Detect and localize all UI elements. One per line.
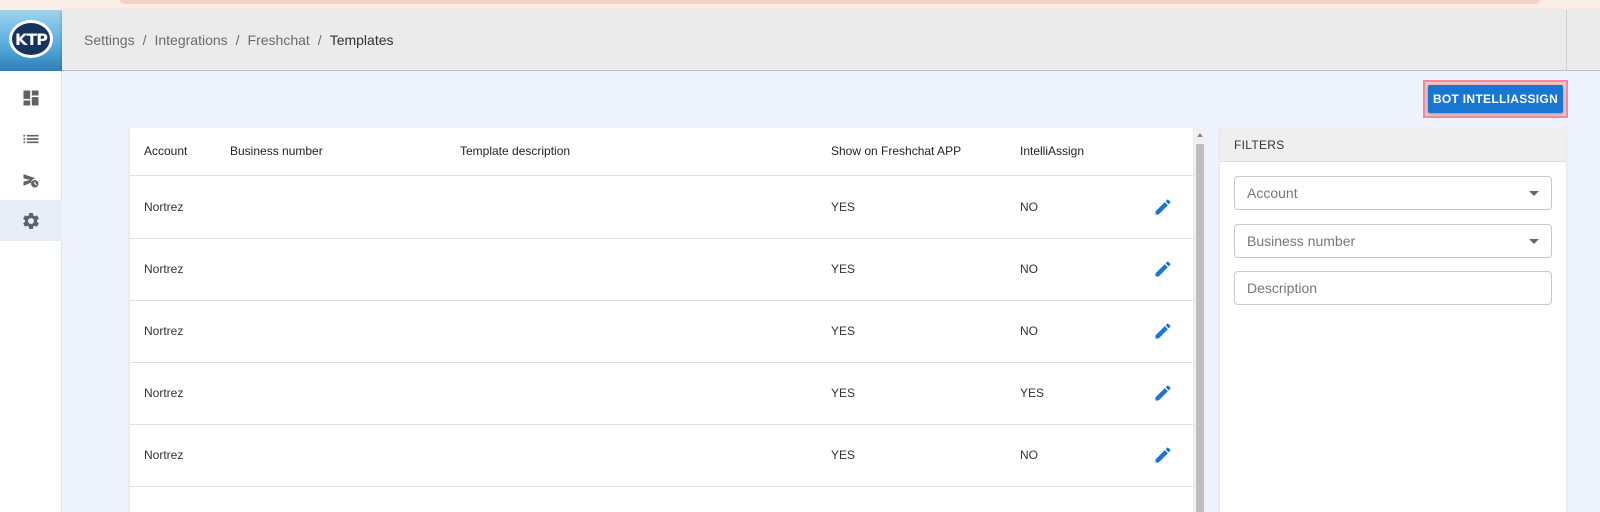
dropdown-arrow-icon	[1529, 191, 1539, 196]
logo-text: KTP	[9, 20, 53, 58]
cell-intelliassign: NO	[1020, 324, 1038, 338]
cell-intelliassign: YES	[1020, 386, 1045, 400]
description-input-placeholder: Description	[1247, 280, 1318, 296]
table-row[interactable]: Nortrez YES NO	[130, 425, 1193, 487]
cell-show-on-app: YES	[831, 448, 856, 462]
cell-show-on-app: YES	[831, 386, 856, 400]
business-number-select-placeholder: Business number	[1247, 233, 1356, 249]
nav-scheduled[interactable]	[0, 159, 62, 200]
table-header: Account Business number Template descrip…	[130, 128, 1193, 176]
filters-title: FILTERS	[1220, 128, 1566, 162]
cell-account: Nortrez	[144, 386, 184, 400]
breadcrumb-integrations[interactable]: Integrations	[154, 32, 227, 48]
cell-show-on-app: YES	[831, 262, 856, 276]
cell-intelliassign: NO	[1020, 448, 1038, 462]
edit-icon[interactable]	[1153, 259, 1173, 279]
list-icon	[23, 134, 39, 143]
table-row[interactable]: Nortrez YES NO	[130, 177, 1193, 239]
breadcrumb-separator: /	[142, 32, 147, 48]
business-number-select[interactable]: Business number	[1234, 224, 1552, 258]
column-header-template-description[interactable]: Template description	[460, 144, 570, 158]
table-row[interactable]: Nortrez YES NO	[130, 301, 1193, 363]
cell-intelliassign: NO	[1020, 200, 1038, 214]
nav-list[interactable]	[0, 118, 62, 159]
column-header-business-number[interactable]: Business number	[230, 144, 323, 158]
scroll-up-arrow-icon[interactable]	[1194, 128, 1206, 142]
cell-show-on-app: YES	[831, 200, 856, 214]
account-select[interactable]: Account	[1234, 176, 1552, 210]
templates-table: Account Business number Template descrip…	[130, 128, 1193, 512]
top-header: Settings / Integrations / Freshchat / Te…	[62, 10, 1600, 71]
cell-account: Nortrez	[144, 200, 184, 214]
app-logo[interactable]: KTP	[0, 10, 62, 71]
cell-account: Nortrez	[144, 448, 184, 462]
scheduled-send-icon	[23, 173, 39, 187]
column-header-account[interactable]: Account	[144, 144, 187, 158]
edit-icon[interactable]	[1153, 445, 1173, 465]
edit-icon[interactable]	[1153, 197, 1173, 217]
scroll-thumb[interactable]	[1196, 144, 1204, 512]
header-divider	[1566, 10, 1567, 71]
table-row[interactable]: Nortrez YES YES	[130, 363, 1193, 425]
table-scrollbar[interactable]	[1194, 128, 1206, 512]
breadcrumb: Settings / Integrations / Freshchat / Te…	[84, 32, 394, 48]
cell-show-on-app: YES	[831, 324, 856, 338]
nav-settings[interactable]	[0, 200, 62, 241]
bot-intelliassign-button[interactable]: BOT INTELLIASSIGN	[1428, 85, 1563, 113]
table-row[interactable]: Nortrez YES NO	[130, 239, 1193, 301]
edit-icon[interactable]	[1153, 383, 1173, 403]
column-header-intelliassign[interactable]: IntelliAssign	[1020, 144, 1084, 158]
breadcrumb-separator: /	[317, 32, 322, 48]
dashboard-icon	[23, 90, 39, 105]
settings-gear-icon	[23, 212, 39, 229]
edit-icon[interactable]	[1153, 321, 1173, 341]
cell-account: Nortrez	[144, 262, 184, 276]
filters-panel: FILTERS Account Business number Descript…	[1220, 128, 1566, 512]
bot-intelliassign-highlight: BOT INTELLIASSIGN	[1423, 80, 1568, 118]
breadcrumb-settings[interactable]: Settings	[84, 32, 135, 48]
top-strip	[0, 0, 1600, 10]
breadcrumb-separator: /	[235, 32, 240, 48]
description-input[interactable]: Description	[1234, 271, 1552, 305]
cell-account: Nortrez	[144, 324, 184, 338]
dropdown-arrow-icon	[1529, 239, 1539, 244]
nav-dashboard[interactable]	[0, 77, 62, 118]
column-header-show-on-app[interactable]: Show on Freshchat APP	[831, 144, 961, 158]
sidebar: KTP	[0, 10, 62, 512]
cell-intelliassign: NO	[1020, 262, 1038, 276]
breadcrumb-freshchat[interactable]: Freshchat	[248, 32, 310, 48]
account-select-placeholder: Account	[1247, 185, 1298, 201]
breadcrumb-templates: Templates	[329, 32, 394, 48]
